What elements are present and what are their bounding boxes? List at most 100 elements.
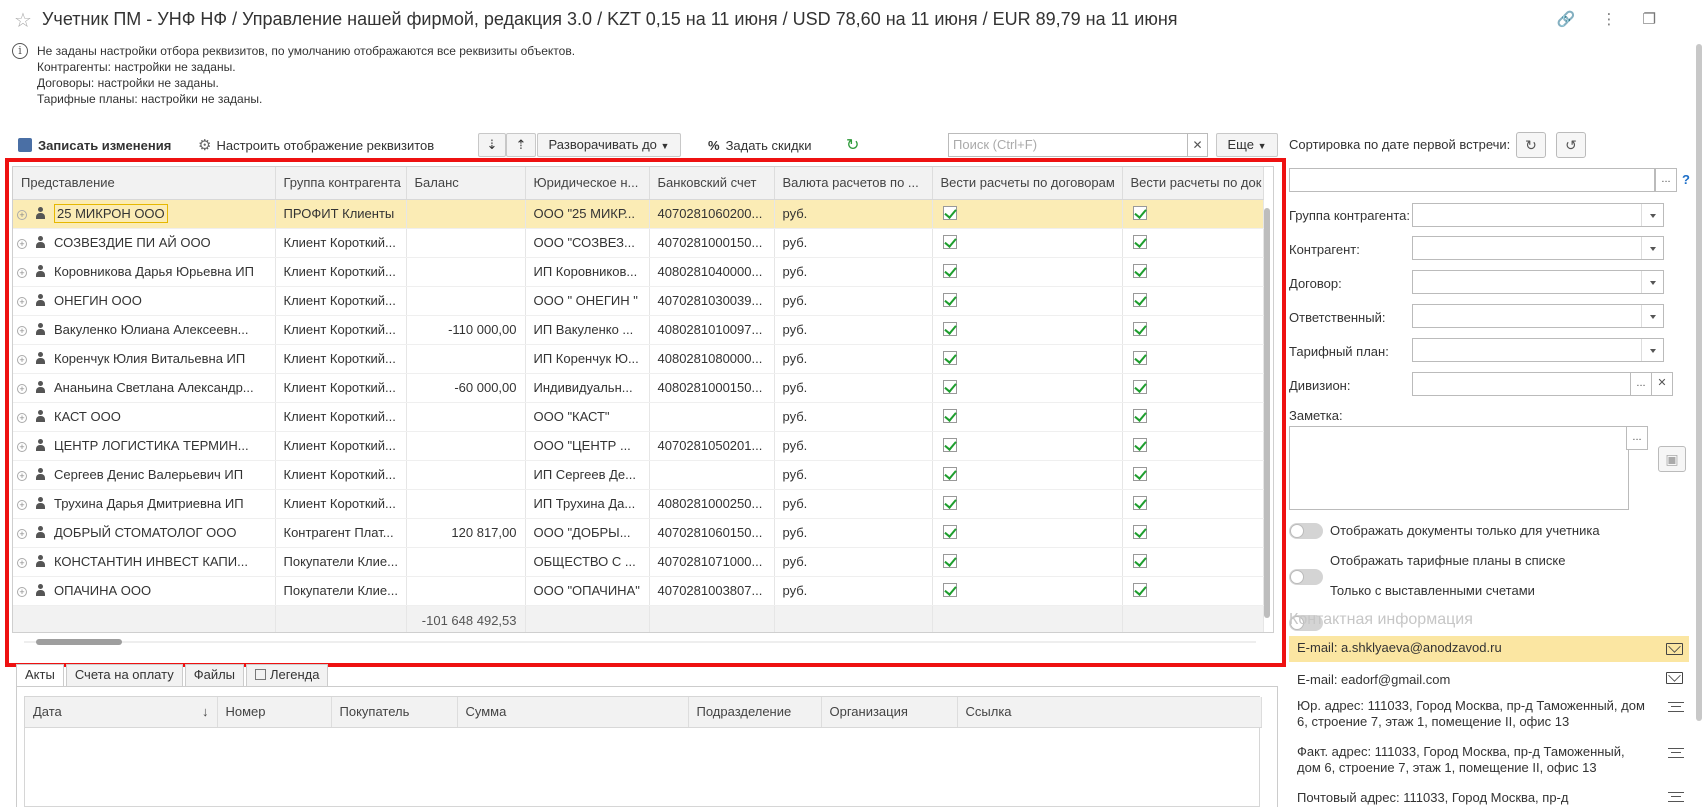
cell-by-contracts[interactable] (932, 286, 1123, 316)
division-select[interactable] (1412, 372, 1654, 396)
checkbox-checked[interactable] (942, 583, 957, 597)
column-header[interactable]: Банковский счет (649, 167, 775, 200)
checkbox-checked[interactable] (1132, 438, 1147, 452)
cell-currency[interactable]: руб. (774, 286, 933, 316)
cell-balance[interactable] (406, 257, 526, 287)
toggle-tariff-plans[interactable] (1289, 569, 1323, 585)
table-row[interactable]: + Ананьина Светлана Александр... Клиент Ко… (13, 373, 1264, 403)
cell-bank-account[interactable] (649, 460, 775, 490)
cell-legal-name[interactable]: ИП Коровников... (525, 257, 650, 287)
checkbox-checked[interactable] (942, 438, 957, 452)
checkbox-checked[interactable] (942, 293, 957, 307)
table-row[interactable]: + ДОБРЫЙ СТОМАТОЛОГ ООО Контрагент Плат...… (13, 518, 1264, 548)
more-button[interactable]: Еще ▼ (1216, 133, 1278, 157)
checkbox-checked[interactable] (1132, 206, 1147, 220)
checkbox-checked[interactable] (942, 467, 957, 481)
cell-balance[interactable] (406, 344, 526, 374)
counterparty-select[interactable] (1412, 236, 1664, 260)
contact-item[interactable]: Почтовый адрес: 111033, Город Москва, пр… (1289, 786, 1659, 807)
table-row[interactable]: + КАСТ ООО Клиент Короткий... ООО "КАСТ" руб… (13, 402, 1264, 432)
expand-icon[interactable]: + (17, 500, 27, 510)
column-header[interactable]: Организация (821, 697, 958, 728)
cell-currency[interactable]: руб. (774, 402, 933, 432)
cell-group[interactable]: ПРОФИТ Клиенты (275, 199, 407, 229)
cell-group[interactable]: Контрагент Плат... (275, 518, 407, 548)
set-discounts-button[interactable]: % Задать скидки (708, 136, 812, 156)
cell-group[interactable]: Клиент Короткий... (275, 286, 407, 316)
refresh-icon[interactable]: ↻ (846, 136, 859, 156)
cell-bank-account[interactable]: 4070281000150... (649, 228, 775, 258)
column-header[interactable]: Вести расчеты по договорам (932, 167, 1123, 200)
cell-legal-name[interactable]: ООО " ОНЕГИН " (525, 286, 650, 316)
contact-item[interactable]: Факт. адрес: 111033, Город Москва, пр-д … (1289, 740, 1659, 780)
cell-by-docs[interactable] (1122, 576, 1264, 606)
cell-by-contracts[interactable] (932, 547, 1123, 577)
cell-balance[interactable] (406, 431, 526, 461)
cell-by-docs[interactable] (1122, 402, 1264, 432)
cell-by-contracts[interactable] (932, 402, 1123, 432)
expand-icon[interactable]: + (17, 442, 27, 452)
cell-group[interactable]: Клиент Короткий... (275, 431, 407, 461)
more-icon[interactable]: ⋮ (1602, 10, 1617, 28)
cell-name[interactable]: + КОНСТАНТИН ИНВЕСТ КАПИ... (13, 547, 276, 577)
tab-legend[interactable]: Легенда (246, 664, 329, 686)
cell-currency[interactable]: руб. (774, 518, 933, 548)
cell-name[interactable]: + ОНЕГИН ООО (13, 286, 276, 316)
checkbox-checked[interactable] (1132, 351, 1147, 365)
cell-name[interactable]: + ДОБРЫЙ СТОМАТОЛОГ ООО (13, 518, 276, 548)
table-row[interactable]: + Коровникова Дарья Юрьевна ИП Клиент Коро… (13, 257, 1264, 287)
cell-legal-name[interactable]: ООО "СОЗВЕЗ... (525, 228, 650, 258)
table-row[interactable]: + Коренчук Юлия Витальевна ИП Клиент Корот… (13, 344, 1264, 374)
expand-icon[interactable]: + (17, 558, 27, 568)
table-row[interactable]: + Вакуленко Юлиана Алексеевн... Клиент Кор… (13, 315, 1264, 345)
filter-input[interactable] (1289, 168, 1655, 192)
checkbox-checked[interactable] (1132, 293, 1147, 307)
cell-balance[interactable] (406, 228, 526, 258)
cell-currency[interactable]: руб. (774, 257, 933, 287)
reset-sort-button[interactable]: ↺ (1556, 132, 1586, 158)
column-header[interactable]: Подразделение (688, 697, 822, 728)
cell-currency[interactable]: руб. (774, 228, 933, 258)
cell-by-contracts[interactable] (932, 228, 1123, 258)
column-header[interactable]: Ссылка (957, 697, 1262, 728)
cell-bank-account[interactable]: 4070281050201... (649, 431, 775, 461)
tab-invoices[interactable]: Счета на оплату (65, 664, 183, 686)
column-header[interactable]: Баланс (406, 167, 526, 200)
cell-bank-account[interactable]: 4080281080000... (649, 344, 775, 374)
mail-icon[interactable] (1666, 672, 1683, 684)
cell-group[interactable]: Клиент Короткий... (275, 373, 407, 403)
cell-balance[interactable]: -60 000,00 (406, 373, 526, 403)
table-row[interactable]: + КОНСТАНТИН ИНВЕСТ КАПИ... Покупатели Кли… (13, 547, 1264, 577)
cell-name[interactable]: + Коровникова Дарья Юрьевна ИП (13, 257, 276, 287)
note-textarea[interactable] (1289, 426, 1629, 510)
expand-icon[interactable]: + (17, 384, 27, 394)
cell-balance[interactable]: 120 817,00 (406, 518, 526, 548)
checkbox-checked[interactable] (942, 409, 957, 423)
cell-balance[interactable] (406, 489, 526, 519)
contact-item[interactable]: E-mail: a.shklyaeva@anodzavod.ru (1289, 636, 1689, 662)
checkbox-checked[interactable] (1132, 467, 1147, 481)
counterparties-table[interactable]: Представление Группа контрагента Баланс … (12, 166, 1274, 633)
cell-legal-name[interactable]: ИП Вакуленко ... (525, 315, 650, 345)
checkbox-checked[interactable] (942, 206, 957, 220)
checkbox-checked[interactable] (1132, 496, 1147, 510)
column-header[interactable]: Валюта расчетов по ... (774, 167, 933, 200)
cell-balance[interactable]: -110 000,00 (406, 315, 526, 345)
cell-legal-name[interactable]: ООО "ЦЕНТР ... (525, 431, 650, 461)
cell-by-contracts[interactable] (932, 518, 1123, 548)
cell-balance[interactable] (406, 576, 526, 606)
checkbox-checked[interactable] (1132, 235, 1147, 249)
toggle-docs-only[interactable] (1289, 523, 1323, 539)
cell-group[interactable]: Покупатели Клие... (275, 547, 407, 577)
expand-icon[interactable]: + (17, 413, 27, 423)
column-header[interactable]: Юридическое н... (525, 167, 650, 200)
table-row[interactable]: + Трухина Дарья Дмитриевна ИП Клиент Корот… (13, 489, 1264, 519)
cell-by-contracts[interactable] (932, 373, 1123, 403)
expand-icon[interactable]: + (17, 587, 27, 597)
table-vertical-scrollbar[interactable] (1262, 198, 1272, 632)
cell-group[interactable]: Покупатели Клие... (275, 576, 407, 606)
cell-by-contracts[interactable] (932, 199, 1123, 229)
cell-group[interactable]: Клиент Короткий... (275, 489, 407, 519)
checkbox-checked[interactable] (942, 380, 957, 394)
table-row[interactable]: + СОЗВЕЗДИЕ ПИ АЙ ООО Клиент Короткий... ОО… (13, 228, 1264, 258)
